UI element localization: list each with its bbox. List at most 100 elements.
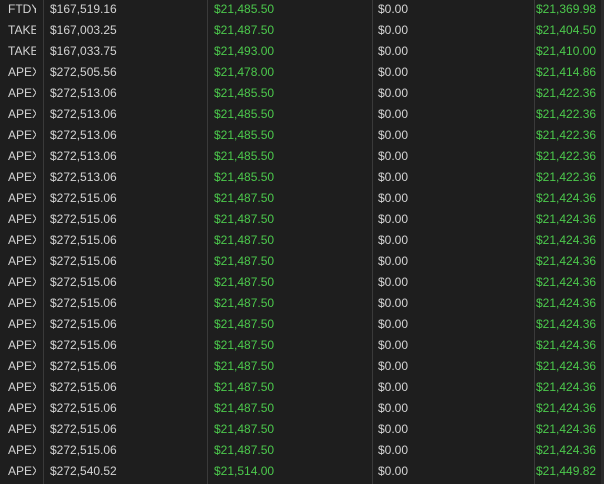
table-row[interactable]: APEX $272,513.06 $21,485.50 $0.00 $21,422.36 bbox=[0, 146, 604, 167]
balance-cell: $167,003.25 bbox=[50, 23, 117, 37]
account-name-cell: APEX bbox=[8, 401, 36, 415]
equity-cell: $21,487.50 bbox=[214, 359, 275, 373]
fees-cell: $0.00 bbox=[378, 464, 409, 478]
equity-cell: $21,485.50 bbox=[214, 2, 275, 16]
table-row[interactable]: APEX $272,505.56 $21,478.00 $0.00 $21,414.86 bbox=[0, 62, 604, 83]
table-row[interactable]: APEX $272,540.52 $21,514.00 $0.00 $21,449.82 bbox=[0, 461, 604, 482]
accounts-table: FTDY $167,519.16 $21,485.50 $0.00 $21,369.98… bbox=[0, 0, 604, 484]
balance-cell: $272,540.52 bbox=[50, 464, 117, 478]
equity-cell: $21,487.50 bbox=[214, 296, 275, 310]
fees-cell: $0.00 bbox=[378, 422, 409, 436]
table-row[interactable]: APEX $272,515.06 $21,487.50 $0.00 $21,424.36 bbox=[0, 440, 604, 461]
table-row[interactable]: APEX $272,513.06 $21,485.50 $0.00 $21,422.36 bbox=[0, 125, 604, 146]
net-cell: $21,424.36 bbox=[536, 317, 596, 331]
equity-cell: $21,487.50 bbox=[214, 401, 275, 415]
net-cell: $21,422.36 bbox=[536, 86, 596, 100]
fees-cell: $0.00 bbox=[378, 254, 409, 268]
net-cell: $21,424.36 bbox=[536, 359, 596, 373]
fees-cell: $0.00 bbox=[378, 86, 409, 100]
fees-cell: $0.00 bbox=[378, 170, 409, 184]
fees-cell: $0.00 bbox=[378, 296, 409, 310]
account-name-cell: APEX bbox=[8, 212, 36, 226]
net-cell: $21,424.36 bbox=[536, 191, 596, 205]
table-row[interactable]: APEX $272,515.06 $21,487.50 $0.00 $21,424.36 bbox=[0, 377, 604, 398]
net-cell: $21,404.50 bbox=[536, 23, 596, 37]
account-name-cell: APEX bbox=[8, 149, 36, 163]
net-cell: $21,422.36 bbox=[536, 149, 596, 163]
table-row[interactable]: TAKEI $167,003.25 $21,487.50 $0.00 $21,404.5… bbox=[0, 20, 604, 41]
account-name-cell: APEX bbox=[8, 254, 36, 268]
fees-cell: $0.00 bbox=[378, 380, 409, 394]
account-name-cell: APEX bbox=[8, 464, 36, 478]
equity-cell: $21,485.50 bbox=[214, 86, 275, 100]
table-row[interactable]: APEX $272,515.06 $21,487.50 $0.00 $21,424.36 bbox=[0, 335, 604, 356]
net-cell: $21,424.36 bbox=[536, 443, 596, 457]
fees-cell: $0.00 bbox=[378, 107, 409, 121]
table-row[interactable]: APEX $272,515.06 $21,487.50 $0.00 $21,424.36 bbox=[0, 272, 604, 293]
fees-cell: $0.00 bbox=[378, 65, 409, 79]
balance-cell: $272,515.06 bbox=[50, 275, 117, 289]
fees-cell: $0.00 bbox=[378, 44, 409, 58]
balance-cell: $167,519.16 bbox=[50, 2, 117, 16]
balance-cell: $167,033.75 bbox=[50, 44, 117, 58]
net-cell: $21,410.00 bbox=[536, 44, 596, 58]
table-row[interactable]: APEX $272,515.06 $21,487.50 $0.00 $21,424.36 bbox=[0, 251, 604, 272]
account-name-cell: FTDY bbox=[8, 2, 36, 16]
balance-cell: $272,515.06 bbox=[50, 338, 117, 352]
fees-cell: $0.00 bbox=[378, 275, 409, 289]
table-row[interactable]: FTDY $167,519.16 $21,485.50 $0.00 $21,369.98 bbox=[0, 0, 604, 20]
table-row[interactable]: APEX $272,515.06 $21,487.50 $0.00 $21,424.36 bbox=[0, 230, 604, 251]
equity-cell: $21,487.50 bbox=[214, 233, 275, 247]
balance-cell: $272,515.06 bbox=[50, 212, 117, 226]
fees-cell: $0.00 bbox=[378, 23, 409, 37]
account-name-cell: APEX bbox=[8, 128, 36, 142]
net-cell: $21,424.36 bbox=[536, 254, 596, 268]
balance-cell: $272,513.06 bbox=[50, 86, 117, 100]
balance-cell: $272,515.06 bbox=[50, 443, 117, 457]
fees-cell: $0.00 bbox=[378, 149, 409, 163]
equity-cell: $21,485.50 bbox=[214, 107, 275, 121]
net-cell: $21,422.36 bbox=[536, 170, 596, 184]
net-cell: $21,422.36 bbox=[536, 107, 596, 121]
fees-cell: $0.00 bbox=[378, 443, 409, 457]
equity-cell: $21,487.50 bbox=[214, 23, 275, 37]
balance-cell: $272,513.06 bbox=[50, 128, 117, 142]
balance-cell: $272,513.06 bbox=[50, 170, 117, 184]
table-row[interactable]: APEX $272,515.06 $21,487.50 $0.00 $21,424.36 bbox=[0, 209, 604, 230]
balance-cell: $272,505.56 bbox=[50, 65, 117, 79]
equity-cell: $21,485.50 bbox=[214, 149, 275, 163]
fees-cell: $0.00 bbox=[378, 128, 409, 142]
balance-cell: $272,513.06 bbox=[50, 149, 117, 163]
net-cell: $21,369.98 bbox=[536, 2, 596, 16]
net-cell: $21,424.36 bbox=[536, 233, 596, 247]
fees-cell: $0.00 bbox=[378, 212, 409, 226]
net-cell: $21,424.36 bbox=[536, 296, 596, 310]
table-row[interactable]: APEX $272,513.06 $21,485.50 $0.00 $21,422.36 bbox=[0, 104, 604, 125]
equity-cell: $21,487.50 bbox=[214, 212, 275, 226]
table-row[interactable]: APEX $272,513.06 $21,485.50 $0.00 $21,422.36 bbox=[0, 83, 604, 104]
net-cell: $21,424.36 bbox=[536, 422, 596, 436]
net-cell: $21,422.36 bbox=[536, 128, 596, 142]
account-name-cell: APEX bbox=[8, 107, 36, 121]
table-row[interactable]: APEX $272,515.06 $21,487.50 $0.00 $21,424.36 bbox=[0, 293, 604, 314]
account-name-cell: APEX bbox=[8, 233, 36, 247]
table-row[interactable]: APEX $272,515.06 $21,487.50 $0.00 $21,424.36 bbox=[0, 188, 604, 209]
net-cell: $21,424.36 bbox=[536, 401, 596, 415]
account-name-cell: APEX bbox=[8, 65, 36, 79]
account-name-cell: APEX bbox=[8, 317, 36, 331]
net-cell: $21,449.82 bbox=[536, 464, 596, 478]
account-name-cell: APEX bbox=[8, 191, 36, 205]
net-cell: $21,424.36 bbox=[536, 212, 596, 226]
account-name-cell: APEX bbox=[8, 170, 36, 184]
table-row[interactable]: TAKEI $167,033.75 $21,493.00 $0.00 $21,410.0… bbox=[0, 41, 604, 62]
account-name-cell: APEX bbox=[8, 359, 36, 373]
table-row[interactable]: APEX $272,513.06 $21,485.50 $0.00 $21,422.36 bbox=[0, 167, 604, 188]
table-row[interactable]: APEX $272,515.06 $21,487.50 $0.00 $21,424.36 bbox=[0, 356, 604, 377]
account-name-cell: APEX bbox=[8, 380, 36, 394]
table-row[interactable]: APEX $272,515.06 $21,487.50 $0.00 $21,424.36 bbox=[0, 398, 604, 419]
net-cell: $21,414.86 bbox=[536, 65, 596, 79]
table-row[interactable]: APEX $272,515.06 $21,487.50 $0.00 $21,424.36 bbox=[0, 419, 604, 440]
equity-cell: $21,487.50 bbox=[214, 380, 275, 394]
table-row[interactable]: APEX $272,515.06 $21,487.50 $0.00 $21,424.36 bbox=[0, 314, 604, 335]
equity-cell: $21,487.50 bbox=[214, 191, 275, 205]
